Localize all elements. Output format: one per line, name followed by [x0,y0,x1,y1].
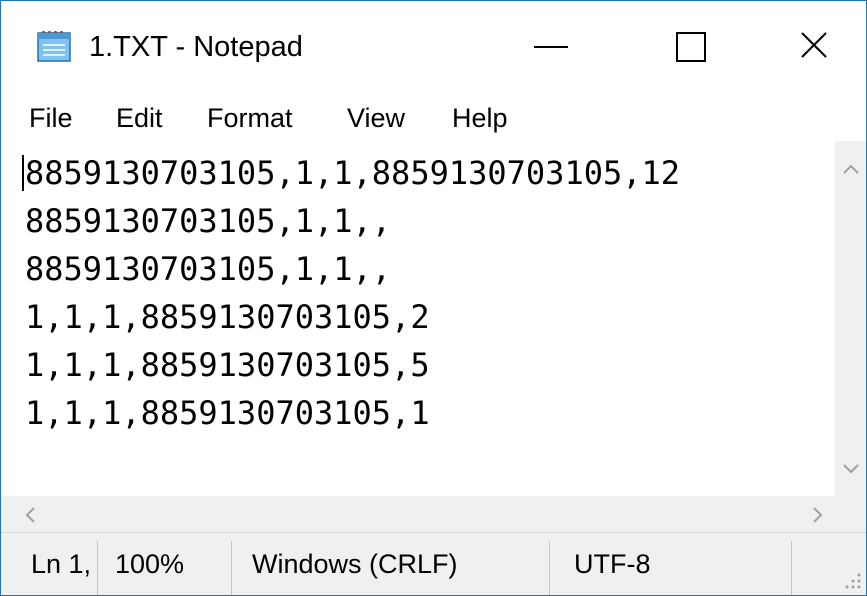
title-bar[interactable]: 1.TXT - Notepad [1,1,866,93]
text-line: 1,1,1,8859130703105,2 [25,298,430,336]
scroll-down-icon[interactable] [839,459,863,479]
status-encoding: UTF-8 [574,549,651,579]
menu-bar: File Edit Format View Help [1,93,866,141]
horizontal-scrollbar[interactable] [1,496,835,532]
minimize-button[interactable] [491,1,611,93]
editor-text[interactable]: 8859130703105,1,1,8859130703105,12 885913… [25,149,680,437]
menu-edit[interactable]: Edit [116,101,163,135]
menu-help[interactable]: Help [452,101,508,135]
window-title: 1.TXT - Notepad [89,31,303,63]
text-line: 8859130703105,1,1,8859130703105,12 [25,154,681,192]
maximize-icon [676,32,706,62]
status-divider [549,541,550,595]
status-line-ending: Windows (CRLF) [252,549,458,579]
notepad-window: 1.TXT - Notepad File Edit Format View He… [0,0,867,596]
status-cursor-position: Ln 1, Col 1 [31,549,95,579]
vertical-scrollbar[interactable] [835,141,866,496]
status-divider [231,541,232,595]
text-line: 8859130703105,1,1,, [25,202,392,240]
text-editor[interactable]: 8859130703105,1,1,8859130703105,12 885913… [1,141,835,496]
text-caret [22,155,24,191]
scroll-right-icon[interactable] [807,504,827,526]
text-line: 1,1,1,8859130703105,5 [25,346,430,384]
resize-grip-icon[interactable] [841,569,863,591]
text-line: 8859130703105,1,1,, [25,250,392,288]
status-divider [97,541,98,595]
close-button[interactable] [761,1,866,93]
status-bar: Ln 1, Col 1 100% Windows (CRLF) UTF-8 [1,532,866,595]
notepad-icon[interactable] [35,29,75,63]
menu-format[interactable]: Format [207,101,293,135]
scroll-up-icon[interactable] [839,159,863,179]
maximize-button[interactable] [631,1,751,93]
status-divider [791,541,792,595]
scroll-left-icon[interactable] [21,504,41,526]
menu-view[interactable]: View [347,101,405,135]
text-line: 1,1,1,8859130703105,1 [25,394,430,432]
status-zoom: 100% [115,549,185,579]
menu-file[interactable]: File [29,101,73,135]
close-icon [799,30,829,65]
minimize-icon [534,46,568,48]
scrollbar-corner [835,496,866,532]
